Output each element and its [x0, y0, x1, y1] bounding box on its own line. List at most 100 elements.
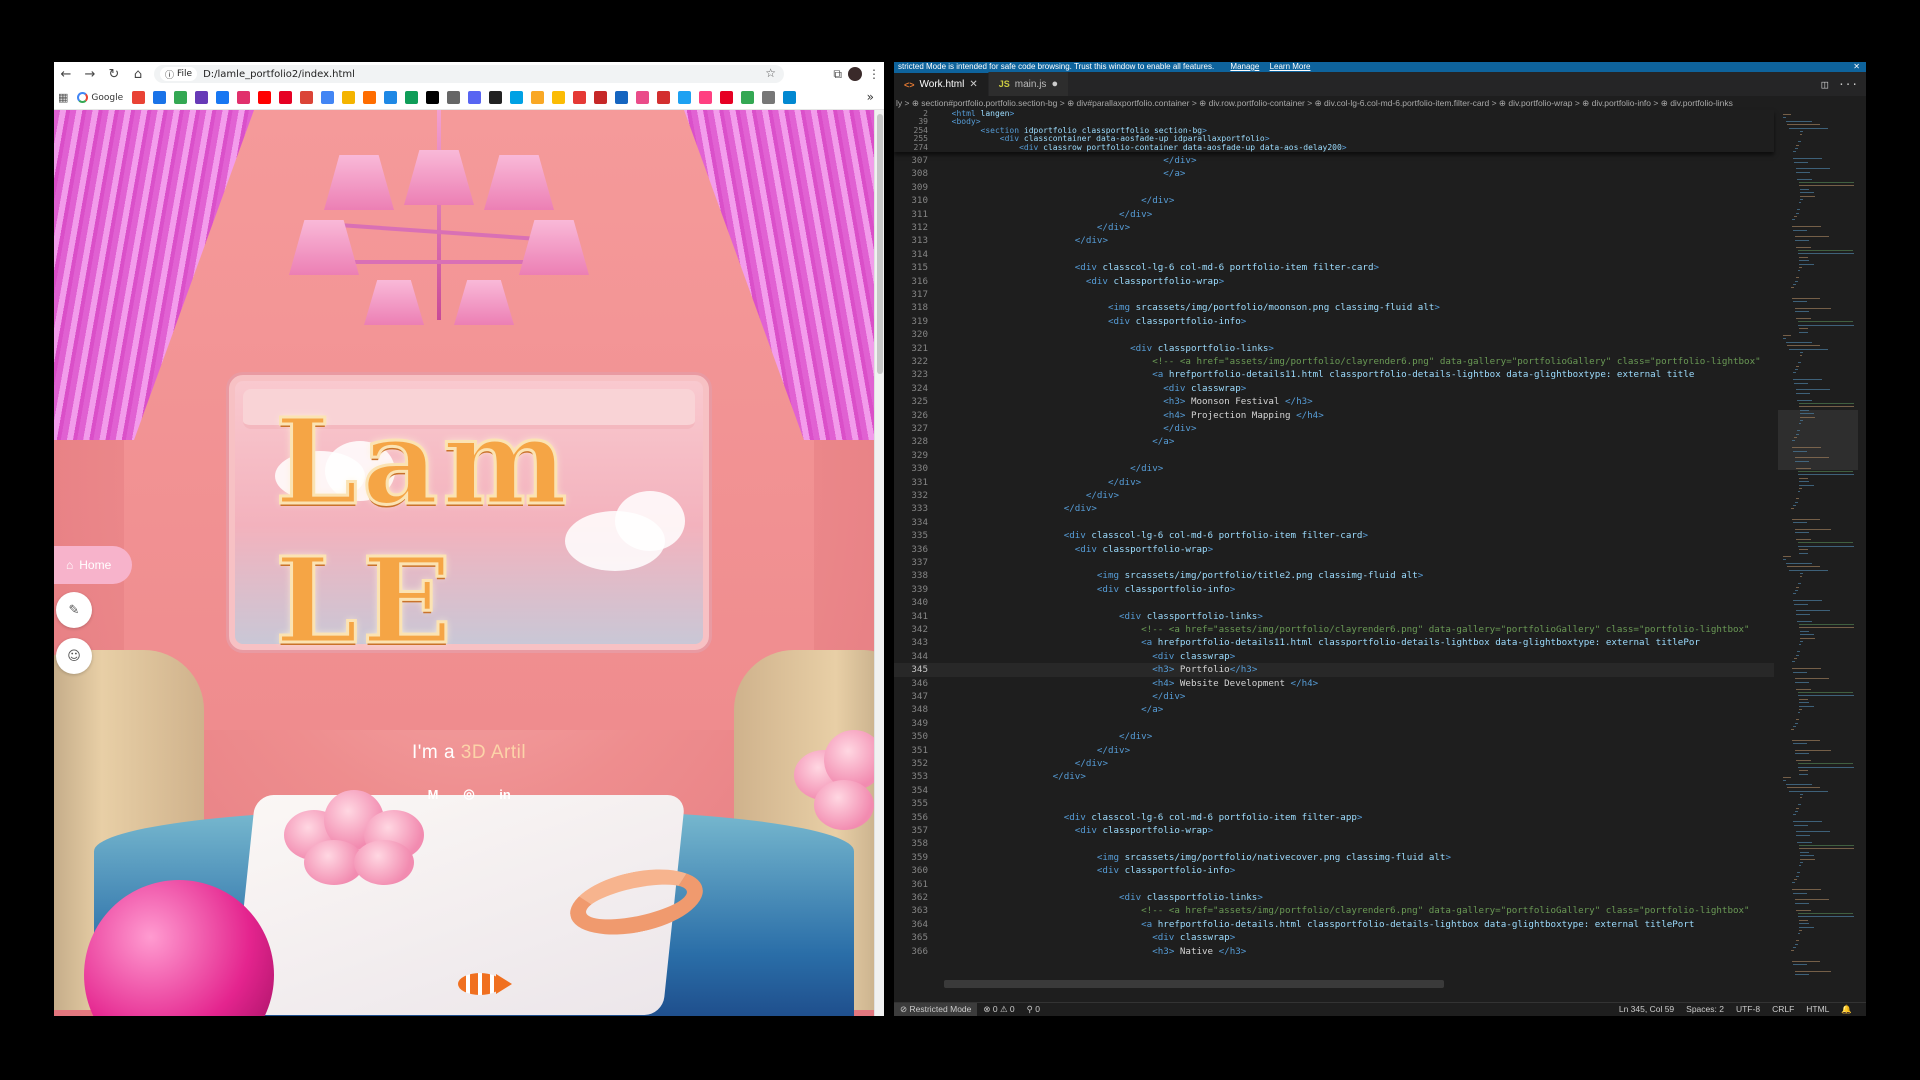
- code-line[interactable]: 363 <!-- <a href="assets/img/portfolio/c…: [894, 904, 1774, 917]
- code-line[interactable]: 333 </div>: [894, 502, 1774, 515]
- tab-main-js[interactable]: JS main.js ●: [988, 72, 1070, 96]
- extensions-icon[interactable]: ⧉: [833, 67, 842, 82]
- cursor-position[interactable]: Ln 345, Col 59: [1613, 1003, 1680, 1016]
- bookmark-29-icon[interactable]: [741, 91, 755, 104]
- bookmark-google[interactable]: Google: [77, 92, 123, 103]
- code-line[interactable]: 337: [894, 556, 1774, 569]
- code-line[interactable]: 311 </div>: [894, 208, 1774, 221]
- code-line[interactable]: 334: [894, 516, 1774, 529]
- code-line[interactable]: 346 <h4> Website Development </h4>: [894, 677, 1774, 690]
- code-line[interactable]: 308 </a>: [894, 167, 1774, 180]
- bookmark-5-icon[interactable]: [237, 91, 251, 104]
- notifications-bell-icon[interactable]: 🔔: [1835, 1003, 1858, 1016]
- code-line[interactable]: 355: [894, 797, 1774, 810]
- site-info-chip[interactable]: ⓘ File: [160, 67, 198, 81]
- bookmark-19-icon[interactable]: [531, 91, 545, 104]
- code-line[interactable]: 320: [894, 328, 1774, 341]
- code-line[interactable]: 307 </div>: [894, 154, 1774, 167]
- code-line[interactable]: 350 </div>: [894, 730, 1774, 743]
- eol-status[interactable]: CRLF: [1766, 1003, 1800, 1016]
- bookmark-17-icon[interactable]: [489, 91, 503, 104]
- code-line[interactable]: 347 </div>: [894, 690, 1774, 703]
- code-line[interactable]: 315 <div classcol-lg-6 col-md-6 portfoli…: [894, 261, 1774, 274]
- forward-button[interactable]: →: [78, 62, 102, 86]
- code-line[interactable]: 318 <img srcassets/img/portfolio/moonson…: [894, 301, 1774, 314]
- restricted-mode-status[interactable]: ⊘ Restricted Mode: [894, 1003, 978, 1016]
- bookmark-9-icon[interactable]: [321, 91, 335, 104]
- language-mode[interactable]: HTML: [1800, 1003, 1835, 1016]
- code-line[interactable]: 356 <div classcol-lg-6 col-md-6 portfoli…: [894, 811, 1774, 824]
- code-line[interactable]: 327 </div>: [894, 422, 1774, 435]
- code-line[interactable]: 340: [894, 596, 1774, 609]
- bookmark-20-icon[interactable]: [552, 91, 566, 104]
- linkedin-icon[interactable]: in: [497, 786, 513, 802]
- code-line[interactable]: 310 </div>: [894, 194, 1774, 207]
- code-line[interactable]: 325 <h3> Moonson Festival </h3>: [894, 395, 1774, 408]
- code-line[interactable]: 274 <div classrow portfolio-container da…: [894, 143, 1774, 152]
- gmail-icon[interactable]: M: [425, 786, 441, 802]
- code-line[interactable]: 326 <h4> Projection Mapping </h4>: [894, 409, 1774, 422]
- code-line[interactable]: 321 <div classportfolio-links>: [894, 342, 1774, 355]
- bookmark-16-icon[interactable]: [468, 91, 482, 104]
- code-line[interactable]: 330 </div>: [894, 462, 1774, 475]
- bookmarks-overflow-button[interactable]: »: [867, 90, 874, 104]
- code-line[interactable]: 2 <html langen>: [894, 109, 1774, 118]
- nav-about-button[interactable]: ☺: [56, 638, 92, 674]
- ports-status[interactable]: ⚲ 0: [1021, 1003, 1046, 1016]
- bookmark-1-icon[interactable]: [153, 91, 167, 104]
- bookmark-30-icon[interactable]: [762, 91, 776, 104]
- code-line[interactable]: 322 <!-- <a href="assets/img/portfolio/c…: [894, 355, 1774, 368]
- horizontal-scrollbar[interactable]: [944, 980, 1444, 988]
- manage-link[interactable]: Manage: [1230, 62, 1259, 71]
- url-text[interactable]: D:/lamle_portfolio2/index.html: [203, 69, 355, 80]
- split-editor-icon[interactable]: ◫: [1822, 78, 1829, 91]
- code-line[interactable]: 344 <div classwrap>: [894, 650, 1774, 663]
- code-line[interactable]: 317: [894, 288, 1774, 301]
- sticky-scroll-header[interactable]: 2 <html langen> 39 <body> 254 <section idp…: [894, 109, 1774, 152]
- bookmark-22-icon[interactable]: [594, 91, 608, 104]
- code-line[interactable]: 358: [894, 837, 1774, 850]
- code-line[interactable]: 361: [894, 878, 1774, 891]
- bookmark-25-icon[interactable]: [657, 91, 671, 104]
- code-line[interactable]: 345 <h3> Portfolio</h3>: [894, 663, 1774, 677]
- code-line[interactable]: 365 <div classwrap>: [894, 931, 1774, 944]
- reload-button[interactable]: ↻: [102, 62, 126, 86]
- code-editor[interactable]: 307 </div> 308 </a> 309 310 </div> 311 </div…: [894, 110, 1774, 980]
- code-line[interactable]: 314: [894, 248, 1774, 261]
- code-line[interactable]: 342 <!-- <a href="assets/img/portfolio/c…: [894, 623, 1774, 636]
- indentation-status[interactable]: Spaces: 2: [1680, 1003, 1730, 1016]
- nav-home-button[interactable]: ⌂ Home: [54, 546, 132, 584]
- instagram-icon[interactable]: ◎: [461, 786, 477, 802]
- unsaved-dot-icon[interactable]: ●: [1051, 78, 1058, 90]
- back-button[interactable]: ←: [54, 62, 78, 86]
- code-line[interactable]: 313 </div>: [894, 234, 1774, 247]
- code-line[interactable]: 324 <div classwrap>: [894, 382, 1774, 395]
- address-bar[interactable]: ⓘ File D:/lamle_portfolio2/index.html ☆: [154, 65, 784, 83]
- code-line[interactable]: 323 <a hrefportfolio-details11.html clas…: [894, 368, 1774, 381]
- code-line[interactable]: 319 <div classportfolio-info>: [894, 315, 1774, 328]
- browser-scrollbar[interactable]: [874, 110, 884, 1016]
- tab-work-html[interactable]: <> Work.html ✕: [894, 72, 989, 96]
- encoding-status[interactable]: UTF-8: [1730, 1003, 1766, 1016]
- code-line[interactable]: 309: [894, 181, 1774, 194]
- bookmark-0-icon[interactable]: [132, 91, 146, 104]
- bookmark-7-icon[interactable]: [279, 91, 293, 104]
- code-line[interactable]: 329: [894, 449, 1774, 462]
- bookmark-3-icon[interactable]: [195, 91, 209, 104]
- bookmark-star-icon[interactable]: ☆: [765, 66, 776, 80]
- bookmark-10-icon[interactable]: [342, 91, 356, 104]
- code-line[interactable]: 339 <div classportfolio-info>: [894, 583, 1774, 596]
- code-line[interactable]: 359 <img srcassets/img/portfolio/nativec…: [894, 851, 1774, 864]
- profile-avatar[interactable]: [848, 67, 862, 81]
- code-line[interactable]: 335 <div classcol-lg-6 col-md-6 portfoli…: [894, 529, 1774, 542]
- code-line[interactable]: 328 </a>: [894, 435, 1774, 448]
- code-line[interactable]: 343 <a hrefportfolio-details11.html clas…: [894, 636, 1774, 649]
- bookmark-2-icon[interactable]: [174, 91, 188, 104]
- code-line[interactable]: 354: [894, 784, 1774, 797]
- code-line[interactable]: 338 <img srcassets/img/portfolio/title2.…: [894, 569, 1774, 582]
- apps-grid-icon[interactable]: ▦: [58, 91, 68, 104]
- bookmark-11-icon[interactable]: [363, 91, 377, 104]
- bookmark-31-icon[interactable]: [783, 91, 797, 104]
- nav-portfolio-button[interactable]: ✎: [56, 592, 92, 628]
- bookmark-8-icon[interactable]: [300, 91, 314, 104]
